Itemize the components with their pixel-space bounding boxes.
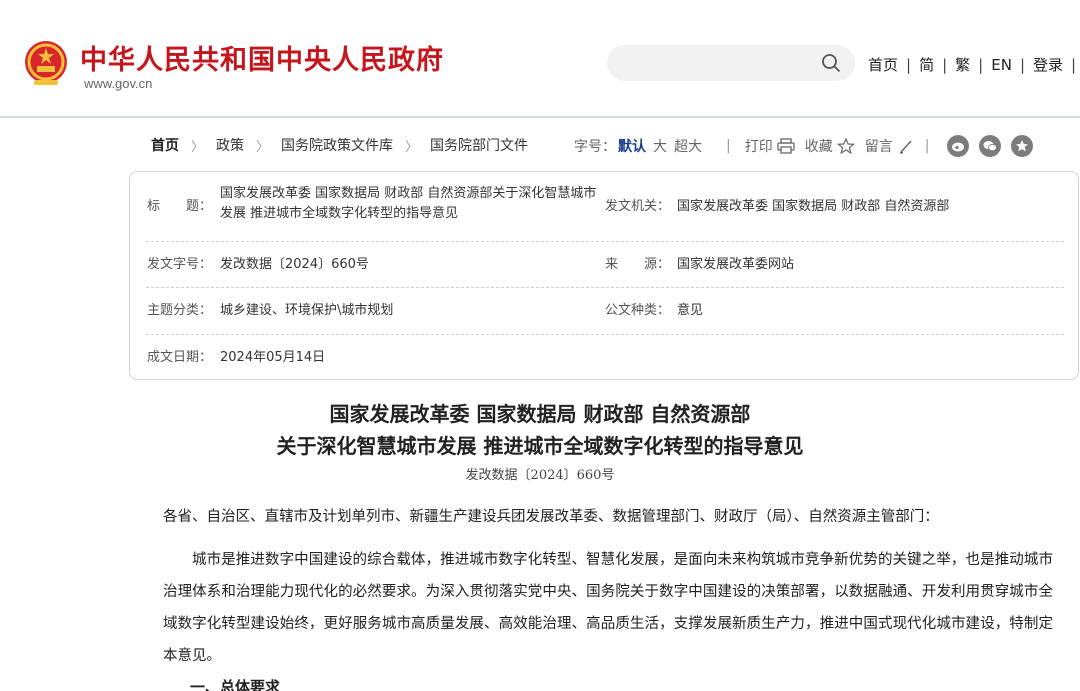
nav-separator: | bbox=[1071, 55, 1077, 74]
breadcrumb-department-docs[interactable]: 国务院部门文件 bbox=[430, 135, 528, 155]
nav-separator: | bbox=[942, 55, 948, 74]
info-source-value: 国家发展改革委网站 bbox=[677, 257, 795, 272]
info-date-value: 2024年05月14日 bbox=[220, 350, 326, 365]
info-topic-label: 主题分类： bbox=[147, 303, 213, 318]
chevron-right-icon: 〉 bbox=[256, 139, 270, 155]
row-divider bbox=[146, 287, 1064, 288]
nav-simplified[interactable]: 简 bbox=[919, 54, 934, 75]
nav-login[interactable]: 登录 bbox=[1033, 54, 1063, 75]
nav-separator: | bbox=[1019, 55, 1025, 74]
comment-button[interactable]: 留言 bbox=[865, 136, 893, 156]
chevron-right-icon: 〉 bbox=[405, 139, 419, 155]
info-issuer-value: 国家发展改革委 国家数据局 财政部 自然资源部 bbox=[677, 199, 950, 214]
breadcrumb-policy-library[interactable]: 国务院政策文件库 bbox=[281, 135, 393, 155]
nav-traditional[interactable]: 繁 bbox=[955, 54, 970, 75]
row-divider bbox=[146, 334, 1064, 335]
weibo-icon[interactable] bbox=[947, 135, 970, 157]
font-size-xlarge[interactable]: 超大 bbox=[674, 136, 702, 156]
search-input[interactable] bbox=[607, 45, 855, 81]
wechat-icon[interactable] bbox=[979, 135, 1002, 157]
article-salutation: 各省、自治区、直辖市及计划单列市、新疆生产建设兵团发展改革委、数据管理部门、财政… bbox=[163, 509, 939, 525]
info-docno-value: 发改数据〔2024〕660号 bbox=[220, 257, 369, 272]
top-nav: 首页 | 简 | 繁 | EN | 登录 | bbox=[868, 54, 1080, 75]
pencil-icon[interactable] bbox=[897, 138, 915, 154]
document-info-table: 标 题： 国家发展改革委 国家数据局 财政部 自然资源部关于深化智慧城市发展 推… bbox=[129, 171, 1079, 380]
article-tools: 字号： 默认 大 超大 | 打印 收藏 留言 | bbox=[574, 135, 1034, 157]
national-emblem-icon[interactable] bbox=[22, 38, 70, 88]
article-title-line-2: 关于深化智慧城市发展 推进城市全域数字化转型的指导意见 bbox=[276, 434, 804, 458]
section-heading: 一、总体要求 bbox=[190, 678, 281, 691]
article-title-line-1: 国家发展改革委 国家数据局 财政部 自然资源部 bbox=[329, 402, 751, 426]
info-issuer-label: 发文机关： bbox=[605, 199, 671, 214]
font-size-label: 字号： bbox=[574, 139, 616, 155]
article-paragraph: 城市是推进数字中国建设的综合载体，推进城市数字化转型、智慧化发展，是面向未来构筑… bbox=[163, 552, 1053, 664]
tools-separator: | bbox=[726, 138, 731, 154]
row-divider bbox=[146, 241, 1064, 242]
breadcrumb-policy[interactable]: 政策 bbox=[216, 135, 244, 155]
tools-separator: | bbox=[924, 138, 930, 154]
print-button[interactable]: 打印 bbox=[745, 136, 773, 156]
site-header: 中华人民共和国中央人民政府 www.gov.cn 首页 | 简 | 繁 | EN | 登… bbox=[0, 0, 1080, 116]
printer-icon[interactable] bbox=[777, 138, 795, 154]
nav-separator: | bbox=[906, 55, 912, 74]
nav-separator: | bbox=[978, 55, 984, 74]
info-source-label: 来 源： bbox=[605, 257, 671, 272]
search-icon[interactable] bbox=[821, 53, 841, 73]
font-size-default[interactable]: 默认 bbox=[618, 136, 646, 156]
nav-english[interactable]: EN bbox=[991, 56, 1012, 74]
info-title-value: 国家发展改革委 国家数据局 财政部 自然资源部关于深化智慧城市发展 推进城市全域… bbox=[220, 186, 597, 221]
qzone-star-icon[interactable] bbox=[1011, 135, 1034, 157]
breadcrumb-home[interactable]: 首页 bbox=[151, 135, 179, 155]
breadcrumb: 首页 〉 政策 〉 国务院政策文件库 〉 国务院部门文件 bbox=[151, 135, 528, 155]
site-title[interactable]: 中华人民共和国中央人民政府 bbox=[80, 38, 444, 77]
info-type-value: 意见 bbox=[677, 303, 704, 318]
info-docno-label: 发文字号： bbox=[147, 257, 213, 272]
star-icon[interactable] bbox=[836, 138, 855, 154]
info-date-label: 成文日期： bbox=[147, 350, 213, 365]
chevron-right-icon: 〉 bbox=[191, 139, 205, 155]
article-doc-number: 发改数据〔2024〕660号 bbox=[465, 468, 615, 483]
font-size-large[interactable]: 大 bbox=[653, 136, 667, 156]
header-divider bbox=[0, 116, 1080, 118]
site-url: www.gov.cn bbox=[84, 76, 153, 91]
favorite-button[interactable]: 收藏 bbox=[805, 136, 833, 156]
share-group bbox=[947, 135, 1034, 157]
info-title-label: 标 题： bbox=[147, 199, 213, 214]
info-type-label: 公文种类： bbox=[605, 303, 671, 318]
nav-home[interactable]: 首页 bbox=[868, 54, 898, 75]
info-topic-value: 城乡建设、环境保护\城市规划 bbox=[220, 303, 394, 318]
